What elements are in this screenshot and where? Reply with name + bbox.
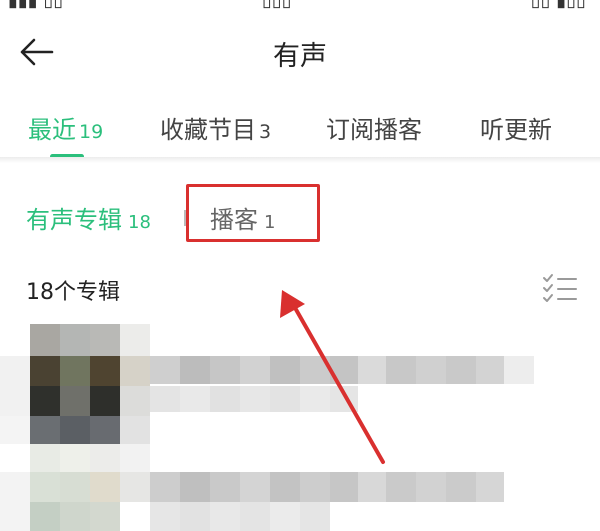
tab-favorite-episodes[interactable]: 收藏节目 3: [160, 110, 271, 145]
tab-subscribed-podcasts-label: 订阅播客: [326, 116, 422, 144]
annotation-highlight-box: [186, 184, 320, 242]
signal-icon: ▮▮▮ ▯▯: [8, 0, 64, 11]
album-list-blurred: [0, 322, 600, 531]
tab-updates[interactable]: 听更新: [480, 110, 552, 145]
list-header: 18个专辑: [0, 262, 600, 314]
subtab-audio-albums-label: 有声专辑: [26, 206, 122, 234]
tab-favorite-episodes-count: 3: [259, 121, 272, 143]
tab-recent[interactable]: 最近 19: [28, 110, 103, 145]
sub-tabs: 有声专辑 18 播客 1: [0, 180, 600, 250]
tab-favorite-episodes-label: 收藏节目: [160, 116, 256, 144]
status-bar: ▮▮▮ ▯▯ ▯▯▯ ▯▯ ▮▯▯: [0, 0, 600, 14]
primary-tabs: 最近 19 收藏节目 3 订阅播客 听更新: [0, 96, 600, 159]
tab-subscribed-podcasts[interactable]: 订阅播客: [326, 110, 422, 145]
checklist-icon: [543, 274, 577, 302]
album-count-label: 18个专辑: [26, 280, 120, 305]
tab-updates-label: 听更新: [480, 116, 552, 144]
top-app-bar: 有声: [0, 20, 600, 84]
subtab-audio-albums[interactable]: 有声专辑 18: [26, 200, 151, 235]
tab-recent-label: 最近: [28, 116, 76, 144]
tabs-divider: [0, 157, 600, 163]
list-mode-button[interactable]: [540, 272, 580, 306]
page-title: 有声: [273, 41, 327, 72]
clock-icon: ▯▯▯: [262, 0, 292, 11]
subtab-audio-albums-count: 18: [128, 212, 151, 233]
tab-recent-count: 19: [79, 121, 104, 143]
battery-icon: ▯▯ ▮▯▯: [530, 0, 586, 11]
